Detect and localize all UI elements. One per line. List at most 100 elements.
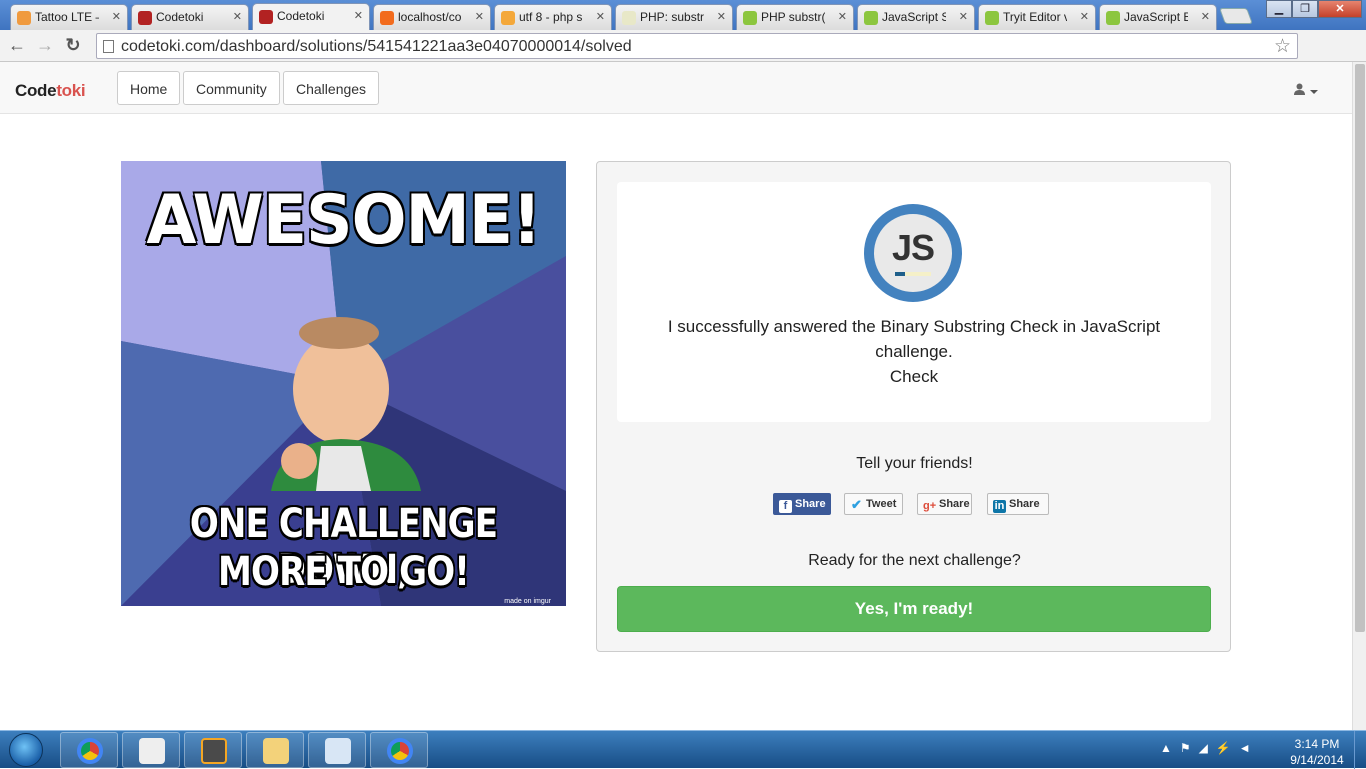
bookmark-star-icon[interactable]: ☆ [1274, 35, 1291, 58]
nav-community[interactable]: Community [183, 71, 280, 105]
address-bar[interactable]: codetoki.com/dashboard/solutions/5415412… [96, 33, 1298, 59]
chrome-icon [77, 738, 103, 764]
eye-icon [139, 738, 165, 764]
tab-title: Tryit Editor v [1003, 10, 1067, 24]
sublime-text-icon [201, 738, 227, 764]
forward-icon[interactable]: → [34, 35, 56, 56]
tab-close-icon[interactable]: ✕ [838, 10, 847, 23]
success-meme-image: AWESOME! ONE CHALLENGE DOWN, MORE TO GO!… [121, 161, 566, 606]
browser-tab[interactable]: Tryit Editor v ✕ [978, 4, 1096, 30]
meme-top-text: AWESOME! [146, 181, 541, 260]
favicon-icon [743, 11, 757, 25]
tab-close-icon[interactable]: ✕ [475, 10, 484, 23]
taskbar-chrome[interactable] [60, 732, 118, 768]
meme-bottom-text-2: MORE TO GO! [218, 549, 470, 595]
tab-title: utf 8 - php s [519, 10, 583, 24]
favicon-icon [1106, 11, 1120, 25]
google-plus-share-button[interactable]: g+ Share [917, 493, 972, 515]
folder-icon [263, 738, 289, 764]
twitter-tweet-button[interactable]: ✔ Tweet [844, 493, 903, 515]
imgur-watermark: made on imgur [504, 598, 551, 605]
facebook-share-button[interactable]: f Share [773, 493, 831, 515]
tab-close-icon[interactable]: ✕ [1080, 10, 1089, 23]
site-navbar: Codetoki Home Community Challenges [0, 62, 1352, 114]
chrome-icon [387, 738, 413, 764]
favicon-icon [501, 11, 515, 25]
nav-challenges[interactable]: Challenges [283, 71, 380, 105]
browser-tab[interactable]: localhost/co ✕ [373, 4, 491, 30]
tab-close-icon[interactable]: ✕ [596, 10, 605, 23]
user-menu[interactable] [1294, 83, 1318, 98]
browser-tab-strip: Tattoo LTE – ✕ Codetoki ✕ Codetoki ✕ localhost… [0, 0, 1366, 31]
url-text: codetoki.com/dashboard/solutions/5415412… [121, 38, 632, 55]
tab-title: Codetoki [277, 9, 325, 23]
clock[interactable]: 3:14 PM 9/14/2014 [1282, 736, 1352, 768]
favicon-icon [985, 11, 999, 25]
paint-icon [325, 738, 351, 764]
browser-tab[interactable]: utf 8 - php s ✕ [494, 4, 612, 30]
favicon-icon [17, 11, 31, 25]
favicon-icon [259, 10, 273, 24]
system-tray[interactable]: ▲⚑◢⚡◄ [1160, 741, 1259, 755]
start-button[interactable] [4, 733, 48, 769]
tab-title: Codetoki [156, 10, 204, 24]
javascript-badge: JS [864, 204, 962, 302]
browser-tab[interactable]: Codetoki ✕ [252, 3, 370, 31]
browser-tab[interactable]: JavaScript St ✕ [857, 4, 975, 30]
favicon-icon [380, 11, 394, 25]
solution-panel: JS I successfully answered the Binary Su… [596, 161, 1231, 652]
page-icon [103, 40, 114, 53]
achievement-card: JS I successfully answered the Binary Su… [617, 182, 1211, 422]
tab-close-icon[interactable]: ✕ [717, 10, 726, 23]
windows-logo-icon [9, 733, 43, 767]
nav-home[interactable]: Home [117, 71, 181, 105]
brand-logo[interactable]: Codetoki [15, 81, 86, 101]
browser-tab[interactable]: Codetoki ✕ [131, 4, 249, 30]
taskbar-explorer[interactable] [246, 732, 304, 768]
badge-label: JS [891, 227, 935, 268]
back-icon[interactable]: ← [6, 35, 28, 56]
taskbar-paint[interactable] [308, 732, 366, 768]
windows-taskbar: ▲⚑◢⚡◄ 3:14 PM 9/14/2014 [0, 730, 1366, 769]
favicon-icon [622, 11, 636, 25]
tab-close-icon[interactable]: ✕ [112, 10, 121, 23]
tab-title: Tattoo LTE – [35, 10, 99, 24]
clock-date: 9/14/2014 [1290, 753, 1344, 767]
browser-tab[interactable]: JavaScript Br ✕ [1099, 4, 1217, 30]
tab-close-icon[interactable]: ✕ [233, 10, 242, 23]
browser-tab[interactable]: PHP substr() ✕ [736, 4, 854, 30]
linkedin-icon: in [993, 500, 1006, 513]
new-tab-button[interactable] [1219, 8, 1253, 24]
browser-tab[interactable]: Tattoo LTE – ✕ [10, 4, 128, 30]
browser-tab[interactable]: PHP: substr ✕ [615, 4, 733, 30]
taskbar-sublime[interactable] [184, 732, 242, 768]
tab-title: localhost/co [398, 10, 462, 24]
maximize-button[interactable]: ❐ [1292, 0, 1318, 18]
success-message: I successfully answered the Binary Subst… [667, 317, 1161, 386]
user-icon [1294, 83, 1305, 95]
chevron-down-icon [1310, 89, 1318, 94]
google-plus-icon: g+ [923, 500, 937, 512]
tab-title: PHP substr() [761, 10, 825, 24]
favicon-icon [864, 11, 878, 25]
minimize-button[interactable]: ▁ [1266, 0, 1292, 18]
tab-close-icon[interactable]: ✕ [959, 10, 968, 23]
linkedin-share-button[interactable]: in Share [987, 493, 1049, 515]
page-scrollbar[interactable] [1352, 62, 1366, 730]
tab-title: PHP: substr [640, 10, 704, 24]
clock-time: 3:14 PM [1294, 737, 1340, 751]
ready-button[interactable]: Yes, I'm ready! [617, 586, 1211, 632]
tab-close-icon[interactable]: ✕ [1201, 10, 1210, 23]
tell-friends-text: Tell your friends! [856, 455, 973, 472]
next-challenge-question: Ready for the next challenge? [808, 552, 1021, 569]
taskbar-app-viewer[interactable] [122, 732, 180, 768]
browser-toolbar: ← → ↻ codetoki.com/dashboard/solutions/5… [0, 30, 1366, 84]
show-desktop-button[interactable] [1354, 731, 1366, 769]
tab-title: JavaScript St [882, 10, 946, 24]
close-window-button[interactable]: ✕ [1318, 0, 1362, 18]
taskbar-chrome-2[interactable] [370, 732, 428, 768]
reload-icon[interactable]: ↻ [62, 35, 84, 56]
tab-close-icon[interactable]: ✕ [354, 9, 363, 22]
scrollbar-thumb[interactable] [1355, 64, 1365, 632]
tab-title: JavaScript Br [1124, 10, 1188, 24]
